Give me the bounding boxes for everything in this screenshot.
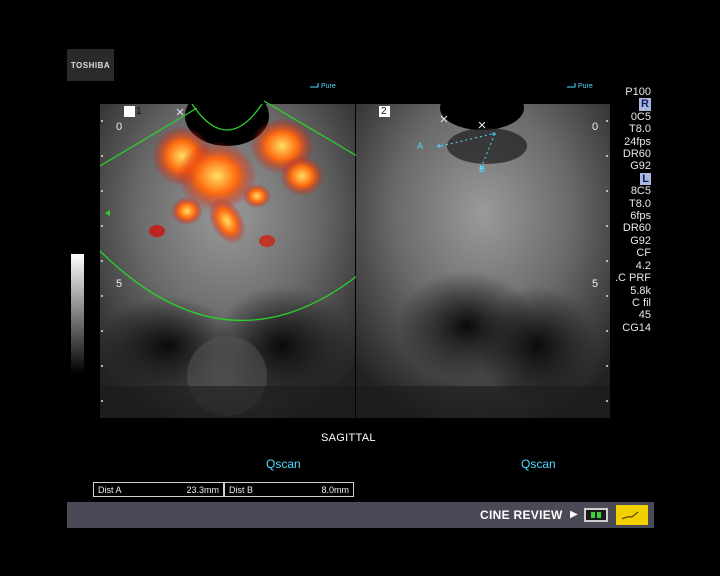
plane-label: SAGITTAL: [321, 432, 376, 444]
right-mode-label: Qscan: [521, 457, 556, 471]
param-probe-r: 0C5: [630, 110, 651, 123]
dist-b-value: 8.0mm: [321, 484, 349, 495]
panel-left-index: 1: [136, 106, 142, 117]
param-dr-l: DR60: [622, 222, 651, 235]
probe-marker-icon[interactable]: [616, 505, 648, 525]
dist-a-value: 23.3mm: [186, 484, 219, 495]
right-bmode-image: [356, 104, 610, 418]
param-cfil-value: 45: [638, 309, 651, 322]
ultrasound-images: [71, 83, 610, 418]
preset-left-icon: [310, 83, 319, 88]
right-preset-tag: Pure: [578, 83, 593, 90]
left-depth-mid: 5: [116, 278, 123, 290]
param-fps-r: 24fps: [624, 135, 651, 148]
play-arrow-icon[interactable]: ▶: [570, 509, 578, 520]
scan-parameters: P100 R 0C5 T8.0 24fps DR60 G92 L 8C5 T8.…: [615, 86, 651, 334]
caliper-a-label: A: [417, 141, 424, 151]
grayscale-bar: [71, 254, 84, 374]
dist-b-label: Dist B: [229, 484, 254, 495]
param-gain-l: G92: [630, 234, 651, 247]
param-prf-value: 5.8k: [630, 284, 651, 297]
param-cfil-label: C fil: [632, 296, 651, 309]
left-bmode-image: [100, 104, 355, 418]
param-probe-l: 8C5: [630, 185, 651, 198]
panel-left-marker-icon: [124, 106, 135, 117]
panel-right-index: 2: [381, 106, 387, 117]
cine-review-label[interactable]: CINE REVIEW: [480, 508, 563, 522]
param-p100: P100: [625, 86, 651, 98]
left-depth-top: 0: [116, 121, 123, 133]
cine-loop-icon[interactable]: [584, 508, 608, 522]
left-preset-tag: Pure: [321, 83, 336, 90]
param-l-badge: L: [640, 172, 651, 186]
right-depth-top: 0: [592, 121, 599, 133]
status-bar: [67, 502, 654, 528]
param-prf-label: .C PRF: [614, 272, 651, 285]
param-freq-r: T8.0: [628, 123, 651, 136]
measurement-dist-b[interactable]: Dist B 8.0mm: [224, 482, 354, 497]
right-depth-mid: 5: [592, 278, 599, 290]
param-cf-value: 4.2: [635, 259, 651, 272]
param-cg: CG14: [622, 321, 651, 334]
brand-logo: TOSHIBA: [67, 49, 114, 81]
measurement-panel: Dist A 23.3mm Dist B 8.0mm: [93, 482, 354, 499]
param-freq-l: T8.0: [628, 197, 651, 210]
measurement-dist-a[interactable]: Dist A 23.3mm: [93, 482, 224, 497]
preset-right-icon: [567, 83, 576, 88]
dist-a-label: Dist A: [98, 484, 122, 495]
left-mode-label: Qscan: [266, 457, 301, 471]
param-gain-r: G92: [630, 160, 651, 173]
param-r-badge: R: [639, 98, 651, 111]
param-dr-r: DR60: [622, 148, 651, 161]
param-cf-label: CF: [636, 247, 651, 260]
caliper-b-label: B: [479, 164, 486, 174]
param-fps-l: 6fps: [630, 210, 651, 223]
